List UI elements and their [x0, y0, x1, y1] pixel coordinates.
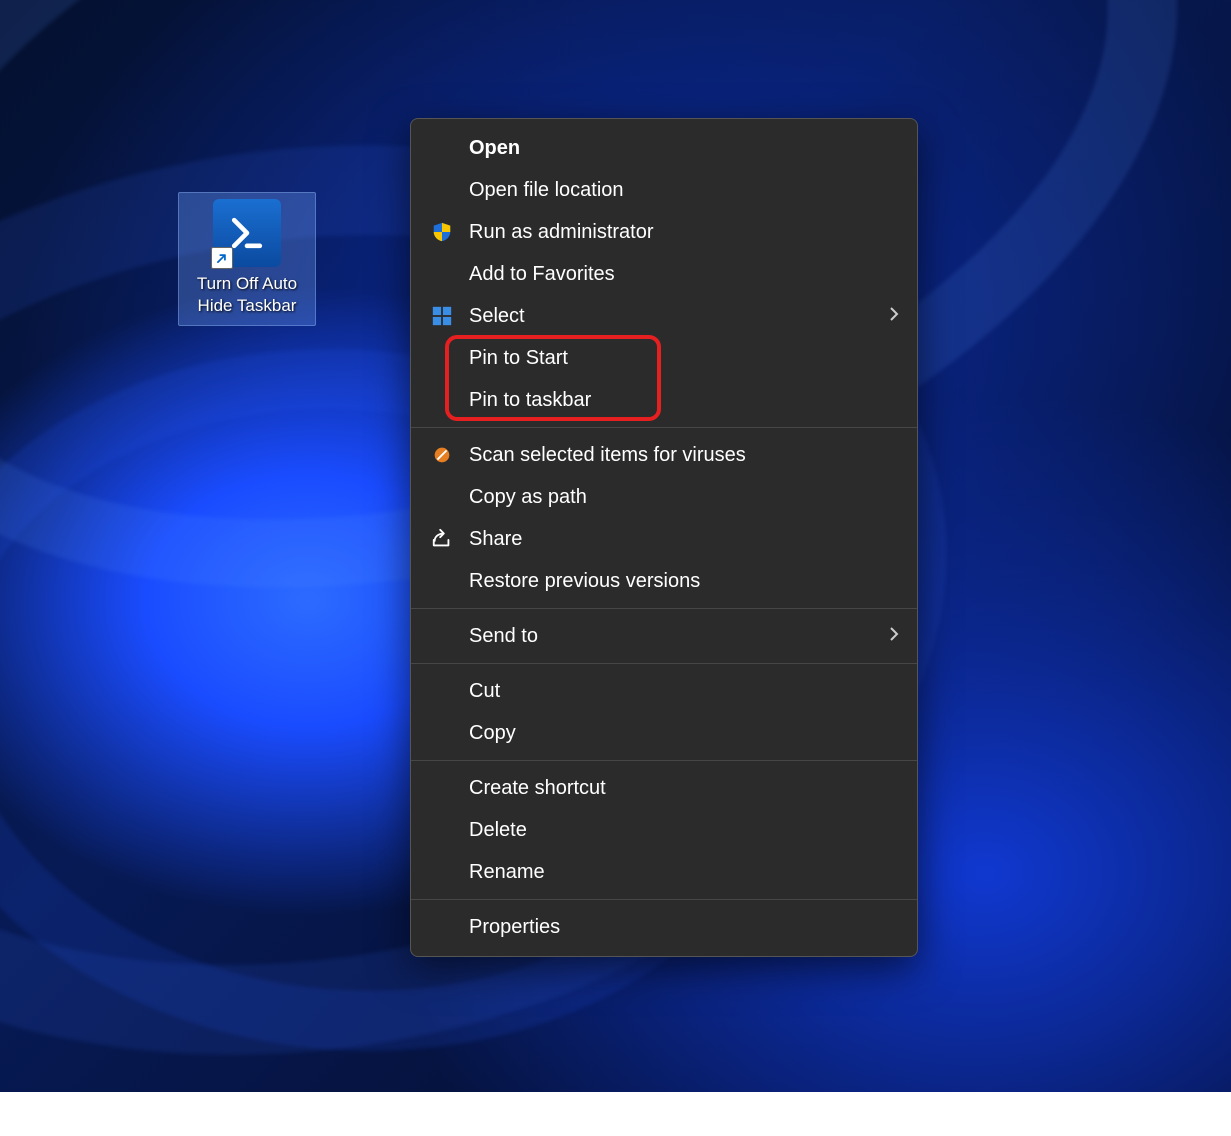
menu-cut-label: Cut	[469, 680, 500, 703]
menu-separator	[411, 899, 917, 900]
menu-separator	[411, 427, 917, 428]
menu-pin-to-start-label: Pin to Start	[469, 347, 568, 370]
powershell-icon	[213, 199, 281, 267]
menu-delete[interactable]: Delete	[411, 809, 917, 851]
menu-copy[interactable]: Copy	[411, 712, 917, 754]
menu-create-shortcut[interactable]: Create shortcut	[411, 767, 917, 809]
menu-scan-viruses[interactable]: Scan selected items for viruses	[411, 434, 917, 476]
menu-pin-to-taskbar[interactable]: Pin to taskbar	[411, 379, 917, 421]
share-icon	[431, 528, 453, 550]
menu-send-to-label: Send to	[469, 625, 538, 648]
menu-share[interactable]: Share	[411, 518, 917, 560]
menu-share-label: Share	[469, 528, 522, 551]
menu-rename[interactable]: Rename	[411, 851, 917, 893]
menu-copy-as-path-label: Copy as path	[469, 486, 587, 509]
windows-logo-icon	[431, 305, 453, 327]
menu-separator	[411, 663, 917, 664]
menu-add-to-favorites[interactable]: Add to Favorites	[411, 253, 917, 295]
menu-open-file-location-label: Open file location	[469, 179, 624, 202]
menu-select[interactable]: Select	[411, 295, 917, 337]
menu-properties-label: Properties	[469, 916, 560, 939]
menu-open[interactable]: Open	[411, 127, 917, 169]
shield-uac-icon	[431, 221, 453, 243]
menu-scan-viruses-label: Scan selected items for viruses	[469, 444, 746, 467]
menu-add-to-favorites-label: Add to Favorites	[469, 263, 615, 286]
menu-delete-label: Delete	[469, 819, 527, 842]
context-menu: Open Open file location Run as administr…	[410, 118, 918, 957]
chevron-right-icon	[889, 626, 899, 647]
menu-restore-previous-versions[interactable]: Restore previous versions	[411, 560, 917, 602]
menu-open-file-location[interactable]: Open file location	[411, 169, 917, 211]
shortcut-overlay-icon	[211, 247, 233, 269]
desktop-shortcut-powershell[interactable]: Turn Off Auto Hide Taskbar	[178, 192, 316, 326]
menu-properties[interactable]: Properties	[411, 906, 917, 948]
menu-open-label: Open	[469, 137, 520, 160]
menu-send-to[interactable]: Send to	[411, 615, 917, 657]
menu-create-shortcut-label: Create shortcut	[469, 777, 606, 800]
menu-separator	[411, 608, 917, 609]
menu-restore-versions-label: Restore previous versions	[469, 570, 700, 593]
menu-cut[interactable]: Cut	[411, 670, 917, 712]
menu-run-as-administrator[interactable]: Run as administrator	[411, 211, 917, 253]
menu-copy-label: Copy	[469, 722, 516, 745]
menu-rename-label: Rename	[469, 861, 545, 884]
menu-pin-to-start[interactable]: Pin to Start	[411, 337, 917, 379]
menu-separator	[411, 760, 917, 761]
menu-pin-to-taskbar-label: Pin to taskbar	[469, 389, 591, 412]
desktop-shortcut-label: Turn Off Auto Hide Taskbar	[183, 273, 311, 317]
chevron-right-icon	[889, 306, 899, 327]
menu-run-as-admin-label: Run as administrator	[469, 221, 654, 244]
menu-select-label: Select	[469, 305, 525, 328]
antivirus-icon	[431, 444, 453, 466]
menu-copy-as-path[interactable]: Copy as path	[411, 476, 917, 518]
